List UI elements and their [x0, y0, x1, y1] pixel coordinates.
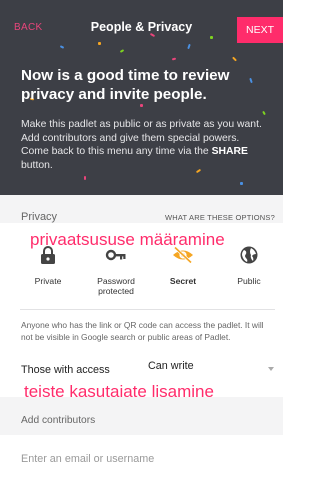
confetti-decoration	[84, 176, 86, 180]
privacy-option-password[interactable]: Password protected	[89, 245, 143, 296]
eye-slash-icon	[173, 246, 193, 264]
confetti-decoration	[171, 57, 177, 61]
privacy-option-private[interactable]: Private	[21, 245, 75, 286]
privacy-section-header: Privacy WHAT ARE THESE OPTIONS?	[0, 195, 283, 223]
intro-text-tail: button.	[21, 159, 53, 171]
confetti-decoration	[187, 43, 191, 50]
privacy-option-label: Private	[34, 276, 62, 286]
header-panel: BACK People & Privacy NEXT Now is a good…	[0, 0, 283, 195]
lock-icon	[41, 246, 55, 264]
privacy-option-public[interactable]: Public	[222, 245, 276, 286]
globe-icon	[240, 246, 258, 264]
access-level-value: Can write	[148, 360, 194, 372]
privacy-option-label: Public	[237, 276, 261, 286]
share-emphasis: SHARE	[211, 146, 248, 158]
confetti-decoration	[232, 56, 237, 62]
confetti-decoration	[262, 110, 266, 116]
confetti-decoration	[59, 45, 65, 49]
privacy-label: Privacy	[21, 211, 58, 223]
next-button[interactable]: NEXT	[237, 17, 283, 43]
intro-text: Make this padlet as public or as private…	[21, 118, 266, 172]
access-label: Those with access	[21, 364, 110, 376]
key-icon	[105, 249, 126, 261]
chevron-down-icon	[268, 367, 274, 371]
confetti-decoration	[240, 182, 243, 185]
privacy-option-label: Password protected	[97, 276, 135, 296]
confetti-decoration	[98, 42, 101, 45]
privacy-description: Anyone who has the link or QR code can a…	[21, 320, 264, 342]
confetti-decoration	[140, 104, 143, 107]
privacy-option-label: Secret	[169, 276, 197, 286]
add-contributors-label: Add contributors	[21, 415, 96, 426]
divider	[20, 309, 275, 310]
headline: Now is a good time to review privacy and…	[21, 67, 230, 103]
add-contributors-header: Add contributors	[0, 397, 283, 435]
confetti-decoration	[119, 49, 125, 53]
access-level-select[interactable]: Can write	[148, 358, 276, 378]
top-bar: BACK People & Privacy NEXT	[0, 0, 283, 43]
privacy-option-secret[interactable]: Secret	[156, 245, 210, 286]
privacy-options-help-link[interactable]: WHAT ARE THESE OPTIONS?	[165, 213, 275, 222]
contributor-email-input[interactable]	[21, 448, 276, 470]
